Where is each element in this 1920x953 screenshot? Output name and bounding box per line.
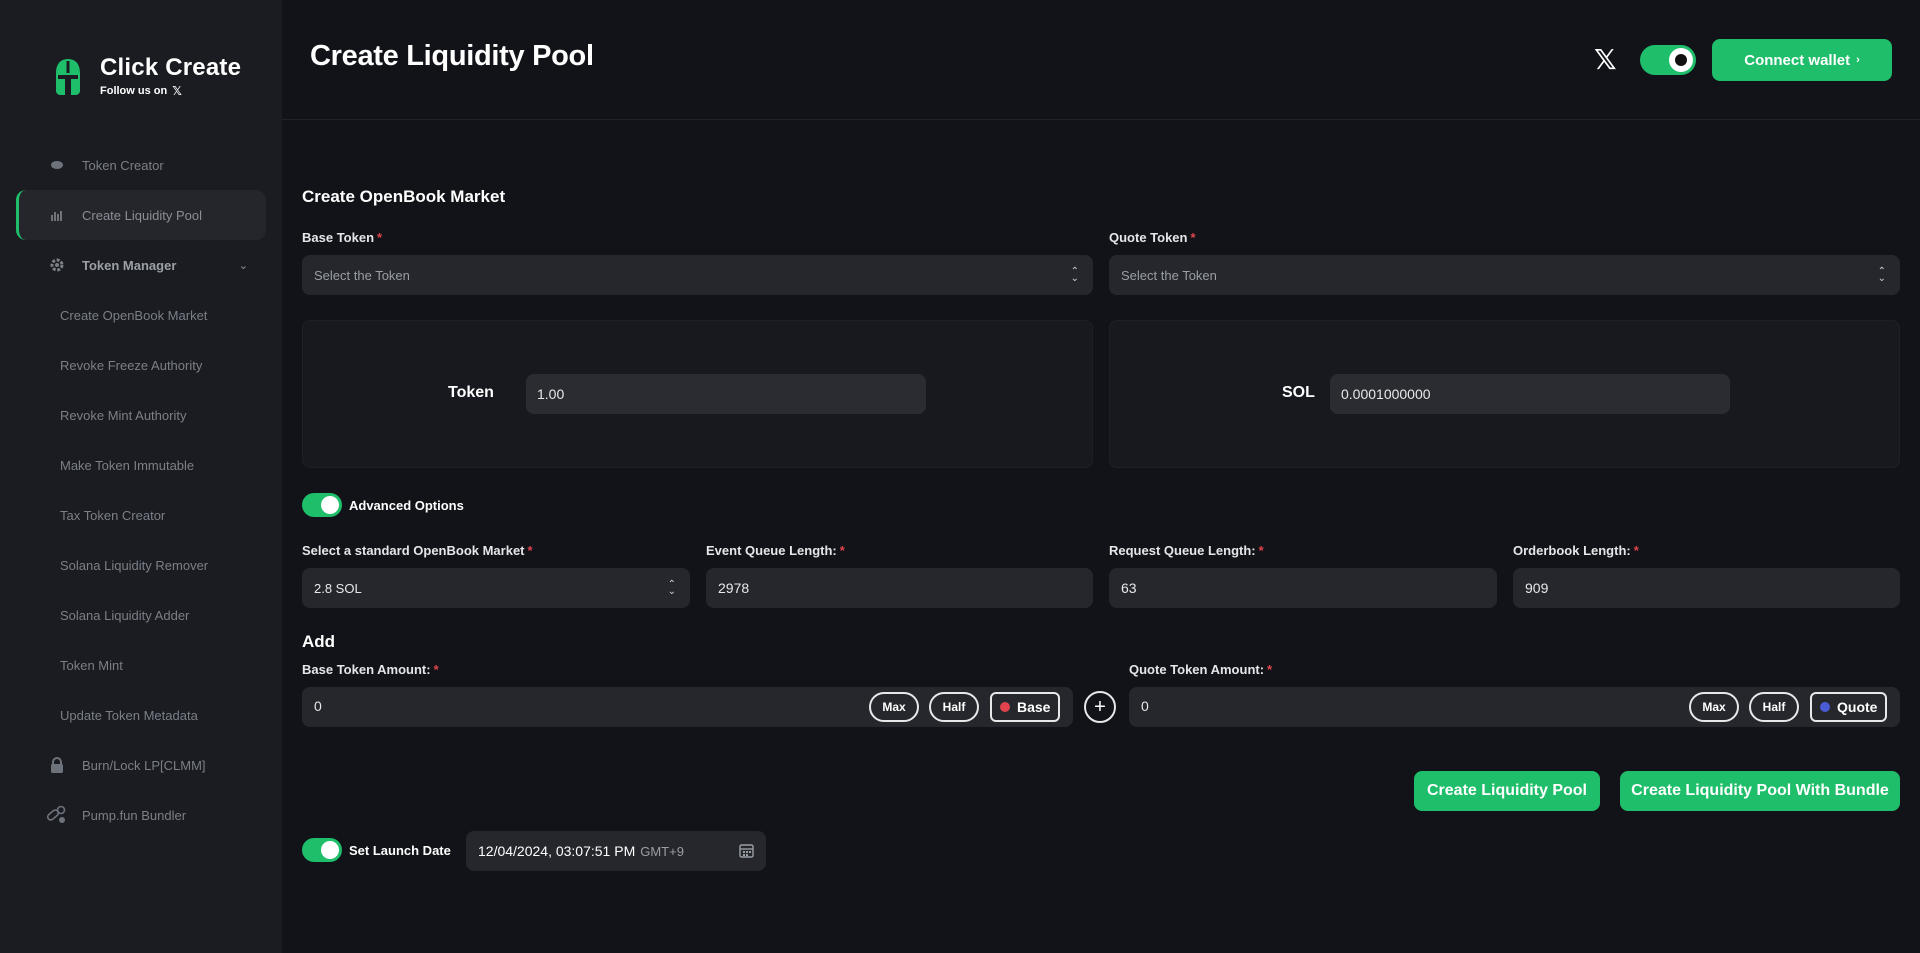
quote-amount-field: 0 Max Half Quote bbox=[1129, 687, 1900, 727]
connect-wallet-label: Connect wallet bbox=[1744, 51, 1851, 69]
sidebar-item-tax-token-creator[interactable]: Tax Token Creator bbox=[60, 490, 165, 540]
gear-icon bbox=[46, 257, 68, 273]
base-token-select[interactable]: Select the Token ⌃ ⌄ bbox=[302, 255, 1093, 295]
quote-token-panel: SOL 0.0001000000 bbox=[1109, 320, 1900, 468]
x-link-icon[interactable]: 𝕏 bbox=[1594, 45, 1617, 75]
advanced-options-toggle[interactable] bbox=[302, 493, 342, 517]
launch-date-input[interactable]: 12/04/2024, 03:07:51 PM GMT+9 bbox=[466, 831, 766, 871]
launch-date-value: 12/04/2024, 03:07:51 PM bbox=[478, 843, 636, 859]
launch-date-toggle[interactable] bbox=[302, 838, 342, 862]
advanced-options-label: Advanced Options bbox=[349, 498, 464, 513]
request-queue-input[interactable]: 63 bbox=[1109, 568, 1497, 608]
quote-token-placeholder: Select the Token bbox=[1121, 267, 1217, 283]
quote-price-input[interactable]: 0.0001000000 bbox=[1330, 374, 1730, 414]
theme-toggle-knob bbox=[1669, 48, 1693, 72]
sidebar-item-burn-lock-lp[interactable]: Burn/Lock LP[CLMM] bbox=[16, 740, 266, 790]
quote-half-button[interactable]: Half bbox=[1749, 692, 1799, 722]
quote-tag: Quote bbox=[1810, 692, 1888, 722]
openbook-section-title: Create OpenBook Market bbox=[302, 187, 506, 206]
select-arrows-icon: ⌃ ⌄ bbox=[1877, 266, 1886, 284]
chevron-right-icon: › bbox=[1856, 54, 1860, 66]
orderbook-length-input[interactable]: 909 bbox=[1513, 568, 1900, 608]
orderbook-length-label: Orderbook Length: * bbox=[1513, 543, 1639, 558]
sidebar-item-label: Pump.fun Bundler bbox=[82, 807, 187, 823]
calendar-icon[interactable] bbox=[739, 843, 754, 861]
sidebar-item-solana-liquidity-remover[interactable]: Solana Liquidity Remover bbox=[60, 540, 208, 590]
base-panel-label: Token bbox=[448, 384, 494, 401]
sidebar-item-label: Create Liquidity Pool bbox=[82, 207, 202, 223]
main-content: Create OpenBook Market Base Token * Quote… bbox=[282, 120, 1920, 953]
quote-panel-label: SOL bbox=[1282, 384, 1315, 401]
helmet-logo-icon bbox=[56, 58, 80, 95]
launch-date-label: Set Launch Date bbox=[349, 843, 451, 858]
sidebar-item-label: Token Creator bbox=[82, 157, 164, 173]
bar-chart-icon bbox=[46, 209, 68, 221]
brand[interactable]: Click Create Follow us on 𝕏 bbox=[54, 55, 241, 98]
quote-amount-label: Quote Token Amount: * bbox=[1129, 662, 1273, 677]
sidebar-item-revoke-freeze-authority[interactable]: Revoke Freeze Authority bbox=[60, 340, 202, 390]
sidebar-item-make-token-immutable[interactable]: Make Token Immutable bbox=[60, 440, 194, 490]
follow-text: Follow us on bbox=[100, 85, 168, 97]
sidebar-item-token-creator[interactable]: Token Creator bbox=[16, 140, 266, 190]
openbook-market-value: 2.8 SOL bbox=[314, 580, 362, 596]
sidebar-item-create-liquidity-pool[interactable]: Create Liquidity Pool bbox=[16, 190, 266, 240]
sidebar-item-solana-liquidity-adder[interactable]: Solana Liquidity Adder bbox=[60, 590, 189, 640]
brand-text: Click Create Follow us on 𝕏 bbox=[100, 54, 242, 99]
x-icon: 𝕏 bbox=[172, 84, 182, 98]
quote-dot-icon bbox=[1820, 702, 1830, 712]
add-section-title: Add bbox=[302, 632, 336, 651]
event-queue-label: Event Queue Length: * bbox=[706, 543, 845, 558]
sidebar-item-label: Burn/Lock LP[CLMM] bbox=[82, 757, 206, 773]
base-dot-icon bbox=[1000, 702, 1010, 712]
launch-timezone: GMT+9 bbox=[640, 843, 684, 859]
base-max-button[interactable]: Max bbox=[869, 692, 919, 722]
select-arrows-icon: ⌃ ⌄ bbox=[1070, 266, 1079, 284]
request-queue-label: Request Queue Length: * bbox=[1109, 543, 1264, 558]
create-liquidity-pool-button[interactable]: Create Liquidity Pool bbox=[1414, 771, 1600, 811]
brand-title: Click Create bbox=[100, 54, 242, 81]
base-amount-field: 0 Max Half Base bbox=[302, 687, 1073, 727]
chevron-down-icon: ⌄ bbox=[238, 259, 248, 272]
quote-amount-input[interactable]: 0 bbox=[1141, 698, 1149, 714]
openbook-market-select[interactable]: 2.8 SOL ⌃ ⌄ bbox=[302, 568, 690, 608]
base-price-input[interactable]: 1.00 bbox=[526, 374, 926, 414]
brand-follow[interactable]: Follow us on 𝕏 bbox=[100, 84, 241, 98]
header: Create Liquidity Pool 𝕏 Connect wallet › bbox=[282, 0, 1920, 120]
create-liquidity-pool-bundle-button[interactable]: Create Liquidity Pool With Bundle bbox=[1620, 771, 1900, 811]
base-token-panel: Token 1.00 bbox=[302, 320, 1093, 468]
sidebar: Click Create Follow us on 𝕏 Token Creato… bbox=[0, 0, 282, 953]
base-amount-label: Base Token Amount: * bbox=[302, 662, 439, 677]
quote-token-select[interactable]: Select the Token ⌃ ⌄ bbox=[1109, 255, 1900, 295]
lock-icon bbox=[46, 757, 68, 773]
connect-wallet-button[interactable]: Connect wallet › bbox=[1712, 39, 1892, 81]
pills-icon bbox=[46, 804, 68, 826]
sidebar-item-update-token-metadata[interactable]: Update Token Metadata bbox=[60, 690, 198, 740]
sidebar-item-create-openbook-market[interactable]: Create OpenBook Market bbox=[60, 290, 207, 340]
base-amount-input[interactable]: 0 bbox=[314, 698, 322, 714]
sidebar-item-token-mint[interactable]: Token Mint bbox=[60, 640, 123, 690]
plus-icon: + bbox=[1084, 691, 1116, 723]
quote-max-button[interactable]: Max bbox=[1689, 692, 1739, 722]
coin-icon bbox=[46, 160, 68, 170]
page-title: Create Liquidity Pool bbox=[310, 40, 594, 72]
base-token-label: Base Token * bbox=[302, 230, 383, 245]
theme-toggle[interactable] bbox=[1640, 45, 1696, 75]
base-tag: Base bbox=[990, 692, 1061, 722]
base-half-button[interactable]: Half bbox=[929, 692, 979, 722]
quote-token-label: Quote Token * bbox=[1109, 230, 1196, 245]
openbook-market-label: Select a standard OpenBook Market * bbox=[302, 543, 533, 558]
sidebar-item-pump-fun-bundler[interactable]: Pump.fun Bundler bbox=[16, 790, 266, 840]
sidebar-item-label: Token Manager bbox=[82, 257, 177, 273]
event-queue-input[interactable]: 2978 bbox=[706, 568, 1093, 608]
select-arrows-icon: ⌃ ⌄ bbox=[667, 579, 676, 597]
sidebar-item-token-manager[interactable]: Token Manager ⌄ bbox=[16, 240, 266, 290]
base-token-placeholder: Select the Token bbox=[314, 267, 410, 283]
sidebar-item-revoke-mint-authority[interactable]: Revoke Mint Authority bbox=[60, 390, 186, 440]
